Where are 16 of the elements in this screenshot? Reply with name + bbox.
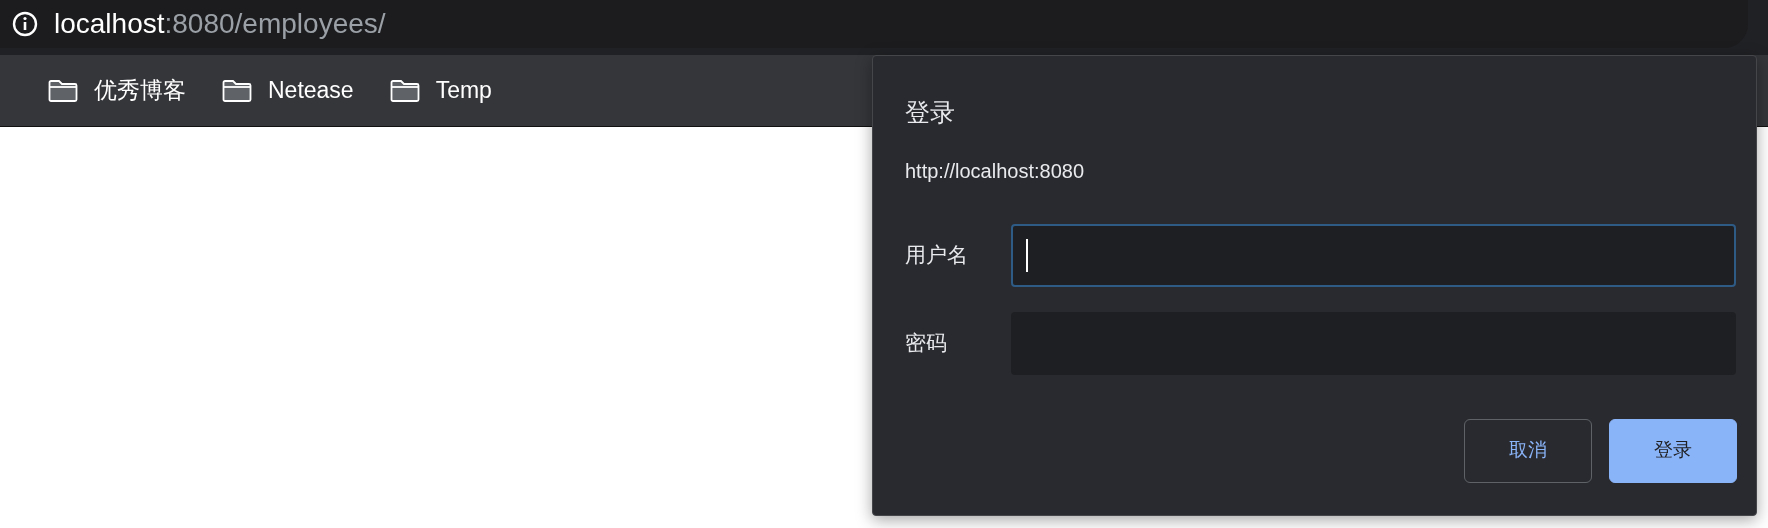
field-label: 用户名 [905,242,969,269]
folder-icon [222,78,252,103]
bookmark-link[interactable]: Netease [268,73,354,108]
site-address: http://localhost:8080 [905,158,1085,184]
text-cursor [1025,238,1028,272]
url-text[interactable]: localhost:8080/employees/ [54,3,386,45]
folder-icon [389,78,420,103]
username-field[interactable] [1010,223,1736,287]
login-button[interactable]: 登录 [1609,418,1737,483]
field-label: 密码 [905,330,948,357]
folder-icon [48,78,78,103]
bookmark-link[interactable]: 优秀博客 [94,73,186,108]
bookmark-link[interactable]: Temp [435,73,492,108]
dialog-title: 登录 [905,97,956,128]
info-icon[interactable] [12,11,38,37]
cancel-button[interactable]: 取消 [1464,418,1592,483]
